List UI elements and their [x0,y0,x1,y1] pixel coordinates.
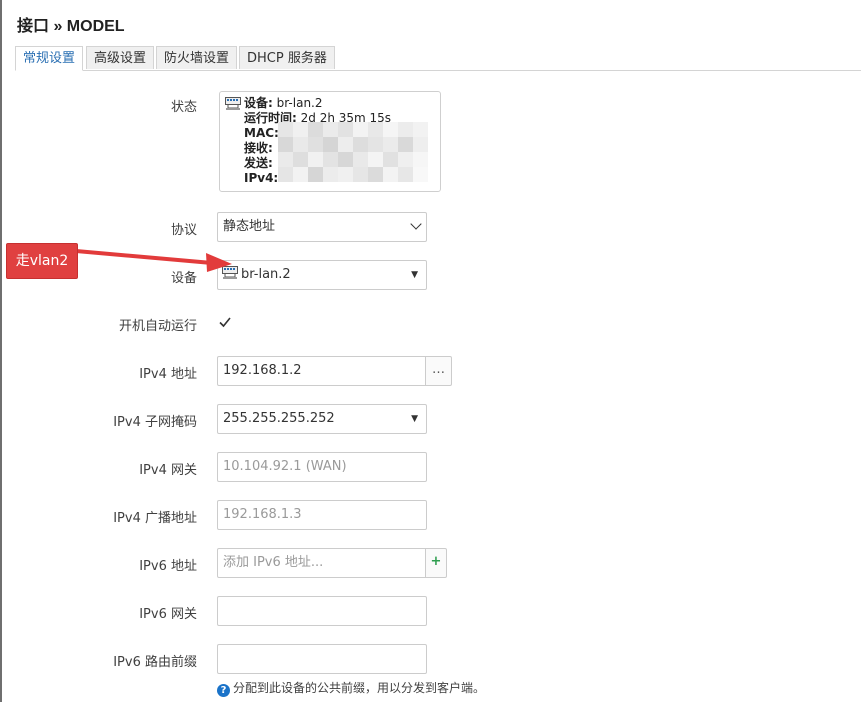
tab-dhcp-server[interactable]: DHCP 服务器 [239,46,335,69]
ipv6-gateway-label: IPv6 网关 [139,607,197,622]
ipv4-netmask-select[interactable]: 255.255.255.252 ▼ [217,404,427,434]
ipv6-prefix-help: ? 分配到此设备的公共前缀，用以分发到客户端。 [217,679,485,697]
tab-firewall-settings[interactable]: 防火墙设置 [156,46,238,69]
ipv6-gateway-input[interactable] [217,596,427,626]
tab-general-settings[interactable]: 常规设置 [15,46,84,71]
device-select[interactable]: br-lan.2 ▼ [217,260,427,290]
status-ipv4-row: IPv4: [244,171,279,185]
tab-advanced-settings[interactable]: 高级设置 [86,46,155,69]
status-mac-row: MAC: [244,126,279,140]
redacted-mosaic [278,122,442,188]
ipv4-netmask-label: IPv4 子网掩码 [113,415,197,430]
status-device-value: br-lan.2 [276,96,323,110]
autostart-checkbox[interactable] [217,314,233,330]
protocol-value: 静态地址 [223,219,276,234]
ipv4-address-input[interactable]: 192.168.1.2 [217,356,426,386]
ipv4-broadcast-label: IPv4 广播地址 [113,511,197,526]
ipv6-prefix-help-text: 分配到此设备的公共前缀，用以分发到客户端。 [233,681,486,695]
ipv4-address-more-button[interactable]: … [425,356,452,386]
question-icon: ? [217,684,230,697]
device-value: br-lan.2 [241,267,291,282]
ipv6-address-label: IPv6 地址 [139,559,197,574]
status-box: 设备: br-lan.2 运行时间: 2d 2h 35m 15s MAC: 接收… [219,91,441,192]
device-label: 设备 [170,271,197,286]
ipv4-netmask-value: 255.255.255.252 [223,411,335,426]
protocol-label: 协议 [170,223,197,238]
ipv6-address-add-button[interactable]: + [425,548,447,578]
window-left-edge [0,0,2,702]
ipv4-broadcast-input[interactable]: 192.168.1.3 [217,500,427,530]
network-device-icon [222,263,238,291]
ipv6-prefix-input[interactable] [217,644,427,674]
autostart-label: 开机自动运行 [118,319,197,334]
status-rx-row: 接收: [244,141,273,155]
chevron-down-icon [410,218,422,230]
annotation-callout: 走vlan2 [6,243,78,279]
ipv4-address-label: IPv4 地址 [139,367,197,382]
ipv4-gateway-input[interactable]: 10.104.92.1 (WAN) [217,452,427,482]
ipv6-prefix-label: IPv6 路由前缀 [113,655,197,670]
protocol-select[interactable]: 静态地址 [217,212,427,242]
network-device-icon [225,97,241,115]
checkmark-icon [219,317,231,328]
tab-bar: 常规设置 高级设置 防火墙设置 DHCP 服务器 [15,46,861,71]
ipv6-address-input[interactable]: 添加 IPv6 地址... [217,548,426,578]
page-title: 接口 » MODEL [17,18,125,35]
dropdown-triangle-icon: ▼ [411,414,418,424]
status-label: 状态 [170,100,197,115]
ipv4-gateway-label: IPv4 网关 [139,463,197,478]
status-tx-row: 发送: [244,156,273,170]
dropdown-triangle-icon: ▼ [411,270,418,280]
status-device-row: 设备: br-lan.2 [244,96,323,110]
